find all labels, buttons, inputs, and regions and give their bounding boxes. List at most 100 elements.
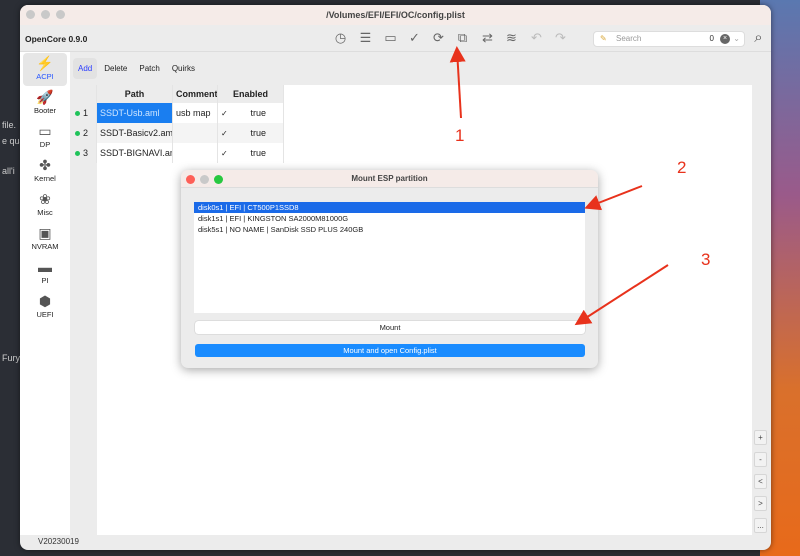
annotation-label-1: 1 bbox=[455, 126, 465, 145]
cell-enabled[interactable]: ✓ true bbox=[218, 123, 284, 143]
row-number: 1 bbox=[83, 108, 89, 118]
tab-quirks[interactable]: Quirks bbox=[167, 58, 200, 79]
enabled-value: true bbox=[250, 128, 266, 138]
status-dot bbox=[75, 131, 80, 137]
zoom-button[interactable] bbox=[56, 10, 65, 19]
cell-path[interactable]: SSDT-Basicv2.aml bbox=[97, 123, 173, 143]
prev-button[interactable]: < bbox=[754, 474, 767, 489]
mount-esp-icon[interactable]: ⧉ bbox=[454, 29, 471, 46]
dialog-zoom-button[interactable] bbox=[214, 175, 223, 184]
cell-path[interactable]: SSDT-Usb.aml bbox=[97, 103, 173, 123]
list-icon[interactable]: ☰ bbox=[357, 29, 374, 46]
window-title: /Volumes/EFI/EFI/OC/config.plist bbox=[326, 10, 465, 20]
table-header: Path Comment Enabled bbox=[72, 85, 284, 103]
more-button[interactable]: ... bbox=[754, 518, 767, 533]
enabled-value: true bbox=[250, 148, 266, 158]
sidebar: ⚡ ACPI 🚀 Booter ▭ DP ✤ Kernel ❀ Misc ▣ NVRAM ▬… bbox=[20, 52, 70, 535]
close-button[interactable] bbox=[26, 10, 35, 19]
bg-text: all'i bbox=[2, 166, 15, 176]
header-path[interactable]: Path bbox=[97, 85, 173, 103]
cell-comment[interactable] bbox=[173, 143, 218, 163]
toolbar: OpenCore 0.9.0 ◷ ☰ ▭ ✓ ⟳ ⧉ ⇄ ≋ ↶ ↷ ✎ Sea… bbox=[20, 25, 771, 52]
partition-item[interactable]: disk1s1 | EFI | KINGSTON SA2000M81000G bbox=[194, 213, 585, 224]
partition-item[interactable]: disk5s1 | NO NAME | SanDisk SSD PLUS 240… bbox=[194, 224, 585, 235]
sidebar-item-nvram[interactable]: ▣ NVRAM bbox=[23, 223, 67, 256]
checkbox-checked[interactable]: ✓ bbox=[221, 124, 229, 143]
title-bar: /Volumes/EFI/EFI/OC/config.plist bbox=[20, 5, 771, 25]
header-index bbox=[72, 85, 97, 103]
header-enabled[interactable]: Enabled bbox=[218, 85, 284, 103]
redo-icon[interactable]: ↷ bbox=[552, 29, 569, 46]
sidebar-item-dp[interactable]: ▭ DP bbox=[23, 121, 67, 154]
cell-comment[interactable]: usb map bbox=[173, 103, 218, 123]
sidebar-item-booter[interactable]: 🚀 Booter bbox=[23, 87, 67, 120]
row-number: 2 bbox=[83, 128, 89, 138]
row-index: 2 bbox=[72, 123, 97, 143]
brush-icon: ✎ bbox=[600, 34, 607, 43]
database-icon[interactable]: ≋ bbox=[503, 29, 520, 46]
misc-icon: ❀ bbox=[39, 191, 51, 207]
mount-button[interactable]: Mount bbox=[195, 321, 585, 334]
row-index: 1 bbox=[72, 103, 97, 123]
dialog-minimize-button[interactable] bbox=[200, 175, 209, 184]
sidebar-item-label: Kernel bbox=[34, 174, 56, 183]
mount-esp-dialog: Mount ESP partition disk0s1 | EFI | CT50… bbox=[181, 170, 598, 368]
import-icon[interactable]: ⇄ bbox=[479, 29, 496, 46]
version-label: V20230019 bbox=[38, 537, 79, 546]
sidebar-item-pi[interactable]: ▬ PI bbox=[23, 257, 67, 290]
next-button[interactable]: > bbox=[754, 496, 767, 511]
annotation-label-2: 2 bbox=[677, 158, 687, 177]
table-row[interactable]: 2 SSDT-Basicv2.aml ✓ true bbox=[72, 123, 284, 143]
sidebar-item-label: Booter bbox=[33, 106, 57, 115]
add-row-button[interactable]: + bbox=[754, 430, 767, 445]
sidebar-item-label: Misc bbox=[37, 208, 53, 217]
monitor-icon: ▬ bbox=[38, 259, 52, 275]
dialog-title-bar: Mount ESP partition bbox=[181, 170, 598, 188]
row-number: 3 bbox=[83, 148, 89, 158]
card-icon: ▭ bbox=[38, 123, 52, 139]
row-controls: + - < > ... bbox=[754, 430, 767, 540]
save-icon[interactable]: ▭ bbox=[382, 29, 399, 46]
search-count: 0 bbox=[709, 34, 714, 43]
cell-comment[interactable] bbox=[173, 123, 218, 143]
dialog-close-button[interactable] bbox=[186, 175, 195, 184]
mount-open-config-button[interactable]: Mount and open Config.plist bbox=[195, 344, 585, 357]
cell-path[interactable]: SSDT-BIGNAVI.aml bbox=[97, 143, 173, 163]
bg-text: file. bbox=[2, 120, 17, 130]
cell-enabled[interactable]: ✓ true bbox=[218, 103, 284, 123]
sidebar-item-acpi[interactable]: ⚡ ACPI bbox=[23, 53, 67, 86]
search-placeholder: Search bbox=[616, 34, 642, 43]
sidebar-item-uefi[interactable]: ⬢ UEFI bbox=[23, 291, 67, 324]
bg-text: Fury bbox=[2, 353, 20, 363]
checkbox-checked[interactable]: ✓ bbox=[221, 144, 229, 163]
checkbox-checked[interactable]: ✓ bbox=[221, 104, 229, 123]
chip-icon: ▣ bbox=[38, 225, 52, 241]
cube-icon: ⬢ bbox=[38, 293, 52, 309]
search-icon[interactable]: ⌕ bbox=[750, 29, 767, 46]
partition-item[interactable]: disk0s1 | EFI | CT500P1SSD8 bbox=[194, 202, 585, 213]
remove-row-button[interactable]: - bbox=[754, 452, 767, 467]
acpi-icon: ⚡ bbox=[36, 55, 54, 71]
sidebar-item-misc[interactable]: ❀ Misc bbox=[23, 189, 67, 222]
cell-enabled[interactable]: ✓ true bbox=[218, 143, 284, 163]
check-icon[interactable]: ✓ bbox=[406, 29, 423, 46]
tab-delete[interactable]: Delete bbox=[99, 58, 132, 79]
minimize-button[interactable] bbox=[41, 10, 50, 19]
tab-patch[interactable]: Patch bbox=[134, 58, 164, 79]
history-icon[interactable]: ◷ bbox=[332, 29, 349, 46]
tab-bar: Add Delete Patch Quirks bbox=[73, 58, 200, 79]
header-comment[interactable]: Comment bbox=[173, 85, 218, 103]
sidebar-item-kernel[interactable]: ✤ Kernel bbox=[23, 155, 67, 188]
search-input[interactable]: ✎ Search 0 × ⌄ bbox=[593, 31, 745, 47]
clear-icon[interactable]: × bbox=[720, 34, 730, 44]
rocket-icon: 🚀 bbox=[36, 89, 54, 105]
table-row[interactable]: 1 SSDT-Usb.aml usb map ✓ true bbox=[72, 103, 284, 123]
partition-list: disk0s1 | EFI | CT500P1SSD8 disk1s1 | EF… bbox=[194, 202, 585, 313]
tab-add[interactable]: Add bbox=[73, 58, 98, 79]
sidebar-item-label: UEFI bbox=[36, 310, 54, 319]
annotation-label-3: 3 bbox=[701, 250, 711, 269]
chevron-down-icon[interactable]: ⌄ bbox=[733, 32, 740, 46]
table-row[interactable]: 3 SSDT-BIGNAVI.aml ✓ true bbox=[72, 143, 284, 163]
undo-icon[interactable]: ↶ bbox=[528, 29, 545, 46]
refresh-list-icon[interactable]: ⟳ bbox=[430, 29, 447, 46]
